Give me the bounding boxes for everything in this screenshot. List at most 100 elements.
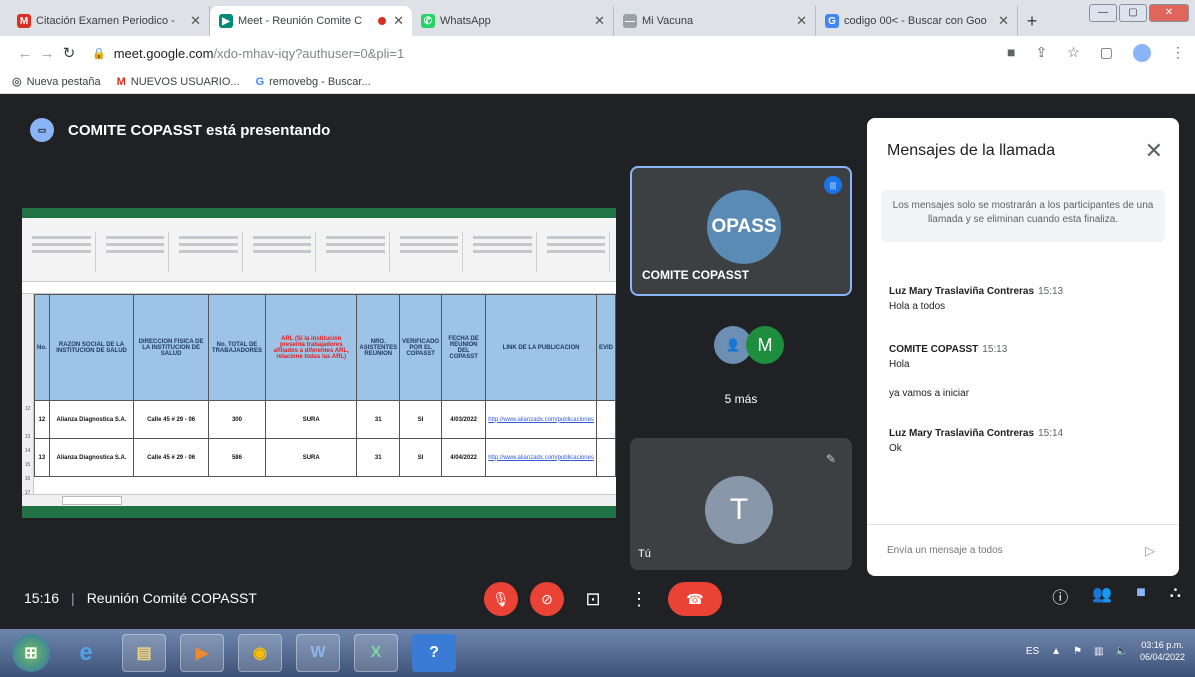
row-number[interactable]: 16: [22, 476, 33, 490]
table-cell[interactable]: Alianza Diagnostica S.A.: [48, 438, 135, 477]
bookmark-star-icon[interactable]: ☆: [1067, 44, 1080, 62]
tab-close-icon[interactable]: ✕: [393, 13, 404, 29]
row-number[interactable]: 13: [22, 434, 33, 448]
table-cell[interactable]: 31: [356, 400, 401, 439]
camera-in-use-icon[interactable]: ■: [1007, 44, 1015, 62]
column-header[interactable]: ARL (Si la institución presenta trabajad…: [265, 294, 358, 401]
row-number[interactable]: [22, 378, 33, 392]
bookmark-item[interactable]: ◎ Nueva pestaña: [12, 75, 101, 89]
tab-close-icon[interactable]: ✕: [998, 13, 1009, 29]
sheet-tab[interactable]: [62, 496, 122, 505]
info-icon[interactable]: ⓘ: [1052, 584, 1068, 608]
row-number[interactable]: [22, 392, 33, 406]
column-header[interactable]: No.: [34, 294, 50, 401]
table-cell[interactable]: 12: [34, 400, 50, 439]
row-number[interactable]: [22, 308, 33, 322]
ie-icon[interactable]: e: [64, 634, 108, 672]
minimize-button[interactable]: —: [1089, 4, 1117, 22]
row-number[interactable]: 15: [22, 462, 33, 476]
column-header[interactable]: No. TOTAL DE TRABAJADORES: [207, 294, 267, 401]
row-number[interactable]: [22, 420, 33, 434]
table-cell[interactable]: 13: [34, 438, 50, 477]
column-header[interactable]: NRO. ASISTENTES REUNION: [356, 294, 401, 401]
chat-message-input[interactable]: [887, 545, 1127, 556]
present-button[interactable]: ⊡: [576, 582, 610, 616]
more-options-button[interactable]: ⋮: [622, 582, 656, 616]
file-explorer-icon[interactable]: ▤: [122, 634, 166, 672]
bookmark-item[interactable]: M NUEVOS USUARIO...: [117, 76, 240, 88]
browser-tab[interactable]: ▶ Meet - Reunión Comite C ✕: [210, 6, 412, 36]
table-cell[interactable]: Alianza Diagnostica S.A.: [48, 400, 135, 439]
chat-icon[interactable]: ■: [1136, 584, 1146, 608]
table-cell[interactable]: SI: [399, 400, 443, 439]
close-icon[interactable]: ✕: [1145, 138, 1163, 164]
participant-tile-more[interactable]: 👤 M 5 más: [630, 304, 852, 434]
forward-icon[interactable]: →: [36, 45, 58, 62]
table-cell[interactable]: Calle 45 # 29 - 06: [133, 438, 209, 477]
column-header[interactable]: EVID: [595, 294, 616, 401]
participant-tile-copasst[interactable]: OPASS ||| COMITE COPASST: [630, 166, 852, 296]
tab-close-icon[interactable]: ✕: [190, 13, 201, 29]
row-number[interactable]: [22, 364, 33, 378]
reload-icon[interactable]: ↻: [58, 44, 80, 62]
excel-icon[interactable]: X: [354, 634, 398, 672]
profile-avatar-icon[interactable]: [1133, 44, 1151, 62]
mic-toggle-button[interactable]: 🎙: [484, 582, 518, 616]
maximize-button[interactable]: ▢: [1119, 4, 1147, 22]
table-cell[interactable]: 4/03/2022: [441, 400, 487, 439]
start-button[interactable]: ⊞: [12, 634, 50, 672]
table-cell[interactable]: SI: [399, 438, 443, 477]
table-cell[interactable]: Calle 45 # 29 - 06: [133, 400, 209, 439]
back-icon[interactable]: ←: [14, 45, 36, 62]
table-cell[interactable]: 31: [356, 438, 401, 477]
volume-icon[interactable]: 🔈: [1116, 646, 1128, 657]
network-icon[interactable]: ▥: [1094, 646, 1103, 657]
table-cell[interactable]: 586: [207, 438, 267, 477]
row-number[interactable]: [22, 322, 33, 336]
row-number[interactable]: 14: [22, 448, 33, 462]
browser-tab[interactable]: — Mi Vacuna ✕: [614, 6, 816, 36]
participant-tile-self[interactable]: ✎ T Tú: [630, 438, 852, 570]
table-cell[interactable]: [595, 438, 616, 477]
row-number[interactable]: [22, 294, 33, 308]
new-tab-button[interactable]: +: [1018, 6, 1046, 36]
show-hidden-icons-icon[interactable]: ▲: [1051, 646, 1061, 657]
column-header[interactable]: FECHA DE REUNION DEL COPASST: [441, 294, 487, 401]
table-cell[interactable]: [595, 400, 616, 439]
column-header[interactable]: DIRECCION FISICA DE LA INSTITUCION DE SA…: [133, 294, 209, 401]
activities-icon[interactable]: ⛬: [1170, 584, 1181, 608]
browser-tab[interactable]: M Citación Examen Periodico - ✕: [8, 6, 210, 36]
tab-window-icon[interactable]: ▢: [1100, 44, 1113, 62]
chrome-icon[interactable]: ◉: [238, 634, 282, 672]
menu-kebab-icon[interactable]: ⋮: [1171, 44, 1185, 62]
table-cell[interactable]: 4/04/2022: [441, 438, 487, 477]
clock[interactable]: 03:16 p.m. 06/04/2022: [1140, 639, 1185, 663]
table-cell[interactable]: SURA: [265, 400, 358, 439]
help-icon[interactable]: ?: [412, 634, 456, 672]
send-icon[interactable]: ▷: [1145, 543, 1155, 559]
row-number[interactable]: 12: [22, 406, 33, 420]
table-cell[interactable]: http://www.alianzadx.com/publicaciones: [485, 438, 597, 477]
browser-tab[interactable]: ✆ WhatsApp ✕: [412, 6, 614, 36]
url-field[interactable]: 🔒 meet.google.com/xdo-mhav-iqy?authuser=…: [92, 46, 404, 61]
media-player-icon[interactable]: ▶: [180, 634, 224, 672]
camera-toggle-button[interactable]: ⊘: [530, 582, 564, 616]
tab-close-icon[interactable]: ✕: [796, 13, 807, 29]
browser-tab[interactable]: Gcodigo 00< - Buscar con Goo ✕: [816, 6, 1018, 36]
table-cell[interactable]: 300: [207, 400, 267, 439]
leave-call-button[interactable]: ☎: [668, 582, 722, 616]
table-cell[interactable]: http://www.alianzadx.com/publicaciones: [485, 400, 597, 439]
people-icon[interactable]: 👥: [1092, 584, 1112, 608]
table-cell[interactable]: SURA: [265, 438, 358, 477]
share-icon[interactable]: ⇪: [1035, 44, 1047, 62]
close-window-button[interactable]: ✕: [1149, 4, 1189, 22]
row-number[interactable]: [22, 336, 33, 350]
word-icon[interactable]: W: [296, 634, 340, 672]
bookmark-item[interactable]: Gremovebg - Buscar...: [256, 76, 371, 88]
tab-close-icon[interactable]: ✕: [594, 13, 605, 29]
row-number[interactable]: [22, 350, 33, 364]
language-indicator[interactable]: ES: [1026, 646, 1039, 657]
column-header[interactable]: VERIFICADO POR EL COPASST: [399, 294, 443, 401]
flag-icon[interactable]: ⚑: [1073, 646, 1082, 657]
column-header[interactable]: LINK DE LA PUBLICACION: [485, 294, 597, 401]
